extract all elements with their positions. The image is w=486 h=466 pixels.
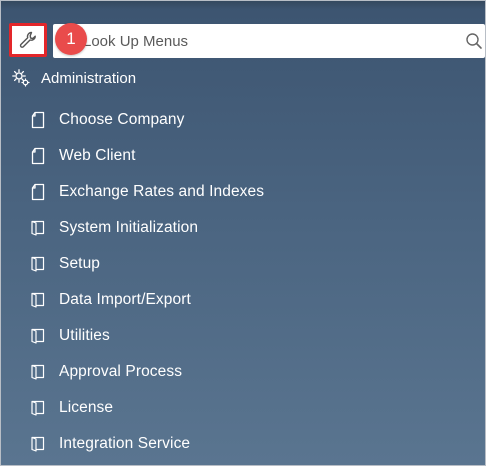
page-icon <box>29 183 47 201</box>
menu-item-label: Web Client <box>59 147 136 164</box>
menu-item-label: Choose Company <box>59 111 185 128</box>
menu-item-label: Integration Service <box>59 435 191 452</box>
folder-icon <box>29 363 47 381</box>
menu-item-label: Approval Process <box>59 363 183 380</box>
folder-icon <box>29 435 47 453</box>
wrench-icon <box>19 31 36 48</box>
menu-item-data-import-export[interactable]: Data Import/Export <box>29 282 264 318</box>
search-input[interactable] <box>53 25 465 57</box>
menu-item-choose-company[interactable]: Choose Company <box>29 102 264 138</box>
page-icon <box>29 111 47 129</box>
menu-item-label: System Initialization <box>59 219 199 236</box>
menu-item-label: Utilities <box>59 327 110 344</box>
search-icon[interactable] <box>465 32 483 50</box>
menu-item-label: Data Import/Export <box>59 291 191 308</box>
menu-item-web-client[interactable]: Web Client <box>29 138 264 174</box>
admin-menu-list: Choose Company Web Client Exchange Rates… <box>29 102 264 462</box>
wrench-button[interactable] <box>9 23 47 57</box>
folder-icon <box>29 291 47 309</box>
menu-item-approval-process[interactable]: Approval Process <box>29 354 264 390</box>
menu-item-license[interactable]: License <box>29 390 264 426</box>
menu-item-label: Exchange Rates and Indexes <box>59 183 265 200</box>
section-label: Administration <box>41 69 137 87</box>
page-icon <box>29 147 47 165</box>
menu-item-utilities[interactable]: Utilities <box>29 318 264 354</box>
menu-item-integration-service[interactable]: Integration Service <box>29 426 264 462</box>
menu-search-box <box>53 24 485 58</box>
step-badge: 1 <box>55 23 87 55</box>
menu-item-setup[interactable]: Setup <box>29 246 264 282</box>
folder-icon <box>29 219 47 237</box>
menu-panel: 1 Administration Choose Company Web Clie… <box>0 0 486 466</box>
folder-icon <box>29 327 47 345</box>
administration-gear-icon <box>12 69 30 87</box>
folder-icon <box>29 255 47 273</box>
menu-item-system-initialization[interactable]: System Initialization <box>29 210 264 246</box>
menu-item-exchange-rates[interactable]: Exchange Rates and Indexes <box>29 174 264 210</box>
menu-item-label: Setup <box>59 255 101 272</box>
top-strip <box>1 1 485 9</box>
folder-icon <box>29 399 47 417</box>
section-administration[interactable]: Administration <box>11 67 136 89</box>
menu-item-label: License <box>59 399 114 416</box>
